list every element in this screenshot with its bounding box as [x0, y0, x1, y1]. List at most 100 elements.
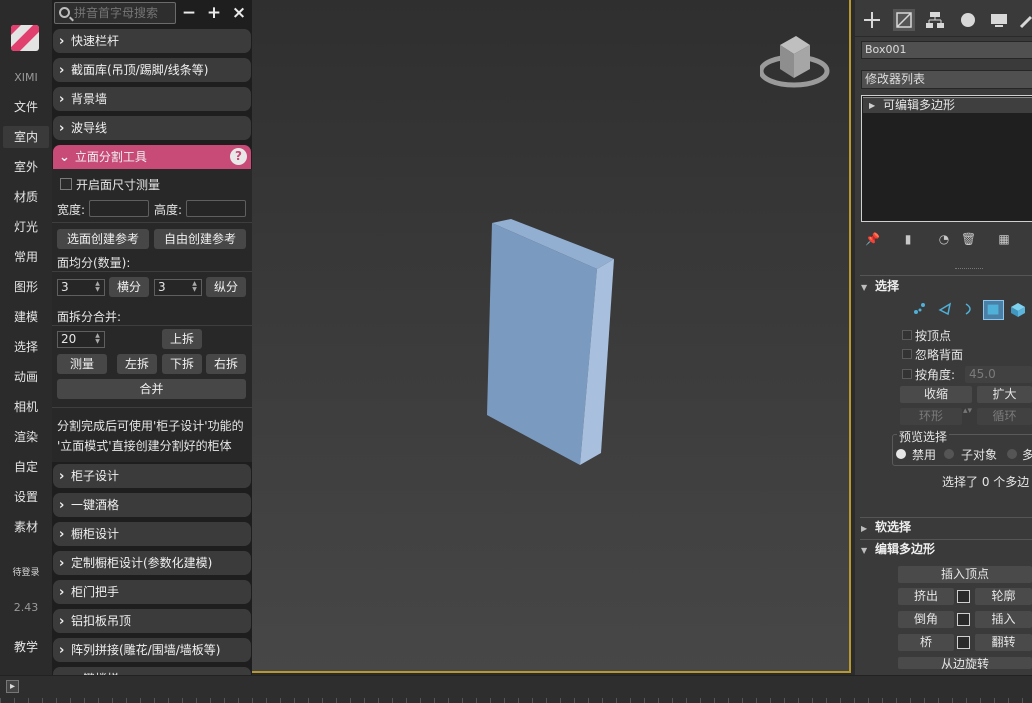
angle-field[interactable]: 45.0 [965, 366, 1032, 383]
free-ref-button[interactable]: 自由创建参考 [154, 229, 246, 249]
accordion-section[interactable]: › 橱柜设计 [53, 522, 251, 546]
split-down-button[interactable]: 下拆 [162, 354, 202, 374]
outline-button[interactable]: 轮廓 [975, 588, 1032, 605]
extrude-settings-icon[interactable] [957, 590, 970, 603]
spinner-arrows-icon[interactable]: ▲ ▼ [92, 333, 103, 346]
accordion-section[interactable]: › 波导线 [53, 116, 251, 140]
preview-disabled-radio[interactable] [896, 449, 906, 459]
width-field[interactable] [89, 200, 149, 217]
login-status[interactable]: 待登录 [0, 565, 52, 578]
help-icon[interactable]: ? [230, 148, 247, 165]
nav-item[interactable]: 选择 [3, 336, 49, 358]
border-mode-icon[interactable] [962, 302, 976, 316]
bridge-settings-icon[interactable] [957, 636, 970, 649]
nav-item[interactable]: 渲染 [3, 426, 49, 448]
nav-item[interactable]: 素材 [3, 516, 49, 538]
utilities-tab-icon[interactable] [1017, 9, 1032, 31]
hierarchy-tab-icon[interactable] [924, 9, 946, 31]
section-facade-split[interactable]: ⌄ 立面分割工具 ? [53, 145, 251, 169]
v-count-stepper[interactable]: 3 ▲ ▼ [154, 279, 202, 296]
inset-button[interactable]: 插入 [975, 611, 1032, 628]
accordion-section[interactable]: › 柜子设计 [53, 464, 251, 488]
split-value-stepper[interactable]: 20 ▲ ▼ [57, 331, 105, 348]
panel-splitter[interactable] [955, 268, 983, 270]
measure-button[interactable]: 测量 [57, 354, 107, 374]
accordion-section[interactable]: › 柜门把手 [53, 580, 251, 604]
loop-button[interactable]: 循环 [977, 408, 1032, 425]
ring-button[interactable]: 环形 [900, 408, 962, 425]
split-left-button[interactable]: 左拆 [117, 354, 157, 374]
ring-spinner-icon[interactable]: ▴▾ [963, 406, 972, 416]
h-count-stepper[interactable]: 3 ▲ ▼ [57, 279, 105, 296]
make-unique-icon[interactable]: ◔ [937, 232, 951, 246]
ignore-backface-checkbox[interactable] [902, 349, 912, 359]
nav-item[interactable]: 相机 [3, 396, 49, 418]
shrink-button[interactable]: 收缩 [900, 386, 972, 403]
nav-item[interactable]: 文件 [3, 96, 49, 118]
vertex-mode-icon[interactable] [913, 302, 927, 316]
display-tab-icon[interactable] [988, 9, 1010, 31]
bevel-settings-icon[interactable] [957, 613, 970, 626]
expand-all-button[interactable]: + [204, 3, 224, 23]
bridge-button[interactable]: 桥 [898, 634, 954, 651]
nav-item[interactable]: 建模 [3, 306, 49, 328]
preview-subobject-radio[interactable] [944, 449, 954, 459]
by-angle-checkbox[interactable] [902, 369, 912, 379]
configure-sets-icon[interactable]: ▦ [997, 232, 1011, 246]
polygon-mode-icon[interactable] [983, 300, 1004, 320]
box-object[interactable] [482, 215, 622, 475]
accordion-section[interactable]: ›一键楼梯 [53, 667, 251, 675]
motion-tab-icon[interactable] [956, 9, 978, 31]
split-up-button[interactable]: 上拆 [162, 329, 202, 349]
pin-stack-icon[interactable]: 📌 [865, 232, 880, 246]
soft-selection-header[interactable]: ▶ 软选择 [861, 518, 1032, 536]
collapse-all-button[interactable]: − [179, 3, 199, 23]
remove-modifier-icon[interactable]: 🗑 [961, 232, 976, 246]
object-name-field[interactable]: Box001 [861, 41, 1032, 59]
measure-checkbox[interactable] [60, 178, 72, 190]
nav-item[interactable]: 室内 [3, 126, 49, 148]
search-box[interactable] [54, 2, 176, 24]
nav-item-teach[interactable]: 教学 [3, 636, 49, 658]
accordion-section[interactable]: › 铝扣板吊顶 [53, 609, 251, 633]
nav-item[interactable]: 自定 [3, 456, 49, 478]
insert-vertex-button[interactable]: 插入顶点 [898, 566, 1032, 583]
hinge-button[interactable]: 从边旋转 [898, 657, 1032, 669]
height-field[interactable] [186, 200, 246, 217]
create-tab-icon[interactable] [861, 9, 883, 31]
accordion-section[interactable]: › 截面库(吊顶/踢脚/线条等) [53, 58, 251, 82]
nav-item[interactable]: 室外 [3, 156, 49, 178]
show-end-result-icon[interactable]: ▮ [901, 232, 915, 246]
selection-rollout-header[interactable]: ▼ 选择 [861, 277, 1032, 295]
accordion-section[interactable]: › 背景墙 [53, 87, 251, 111]
split-right-button[interactable]: 右拆 [206, 354, 246, 374]
modify-tab-icon[interactable] [893, 9, 915, 31]
accordion-section[interactable]: › 阵列拼接(雕花/围墙/墙板等) [53, 638, 251, 662]
bevel-button[interactable]: 倒角 [898, 611, 954, 628]
flip-button[interactable]: 翻转 [975, 634, 1032, 651]
edge-mode-icon[interactable] [938, 302, 952, 316]
preview-multi-radio[interactable] [1007, 449, 1017, 459]
nav-item[interactable]: 常用 [3, 246, 49, 268]
nav-item[interactable]: 材质 [3, 186, 49, 208]
nav-item[interactable]: 动画 [3, 366, 49, 388]
extrude-button[interactable]: 挤出 [898, 588, 954, 605]
spinner-arrows-icon[interactable]: ▲ ▼ [92, 281, 103, 294]
timeline-toggle-icon[interactable]: ▸ [6, 680, 19, 693]
nav-item[interactable]: 图形 [3, 276, 49, 298]
edit-poly-header[interactable]: ▼ 编辑多边形 [861, 540, 1032, 558]
merge-button[interactable]: 合并 [57, 379, 246, 399]
h-split-button[interactable]: 横分 [109, 277, 149, 297]
v-split-button[interactable]: 纵分 [206, 277, 246, 297]
grow-button[interactable]: 扩大 [977, 386, 1032, 403]
accordion-section[interactable]: › 一键酒格 [53, 493, 251, 517]
element-mode-icon[interactable] [1010, 302, 1026, 318]
nav-item[interactable]: 设置 [3, 486, 49, 508]
by-vertex-checkbox[interactable] [902, 330, 912, 340]
viewcube-icon[interactable] [760, 33, 832, 93]
viewport[interactable] [252, 0, 851, 673]
accordion-section[interactable]: › 定制橱柜设计(参数化建模) [53, 551, 251, 575]
spinner-arrows-icon[interactable]: ▲ ▼ [189, 281, 200, 294]
select-face-ref-button[interactable]: 选面创建参考 [57, 229, 149, 249]
close-panel-button[interactable]: × [229, 3, 249, 23]
